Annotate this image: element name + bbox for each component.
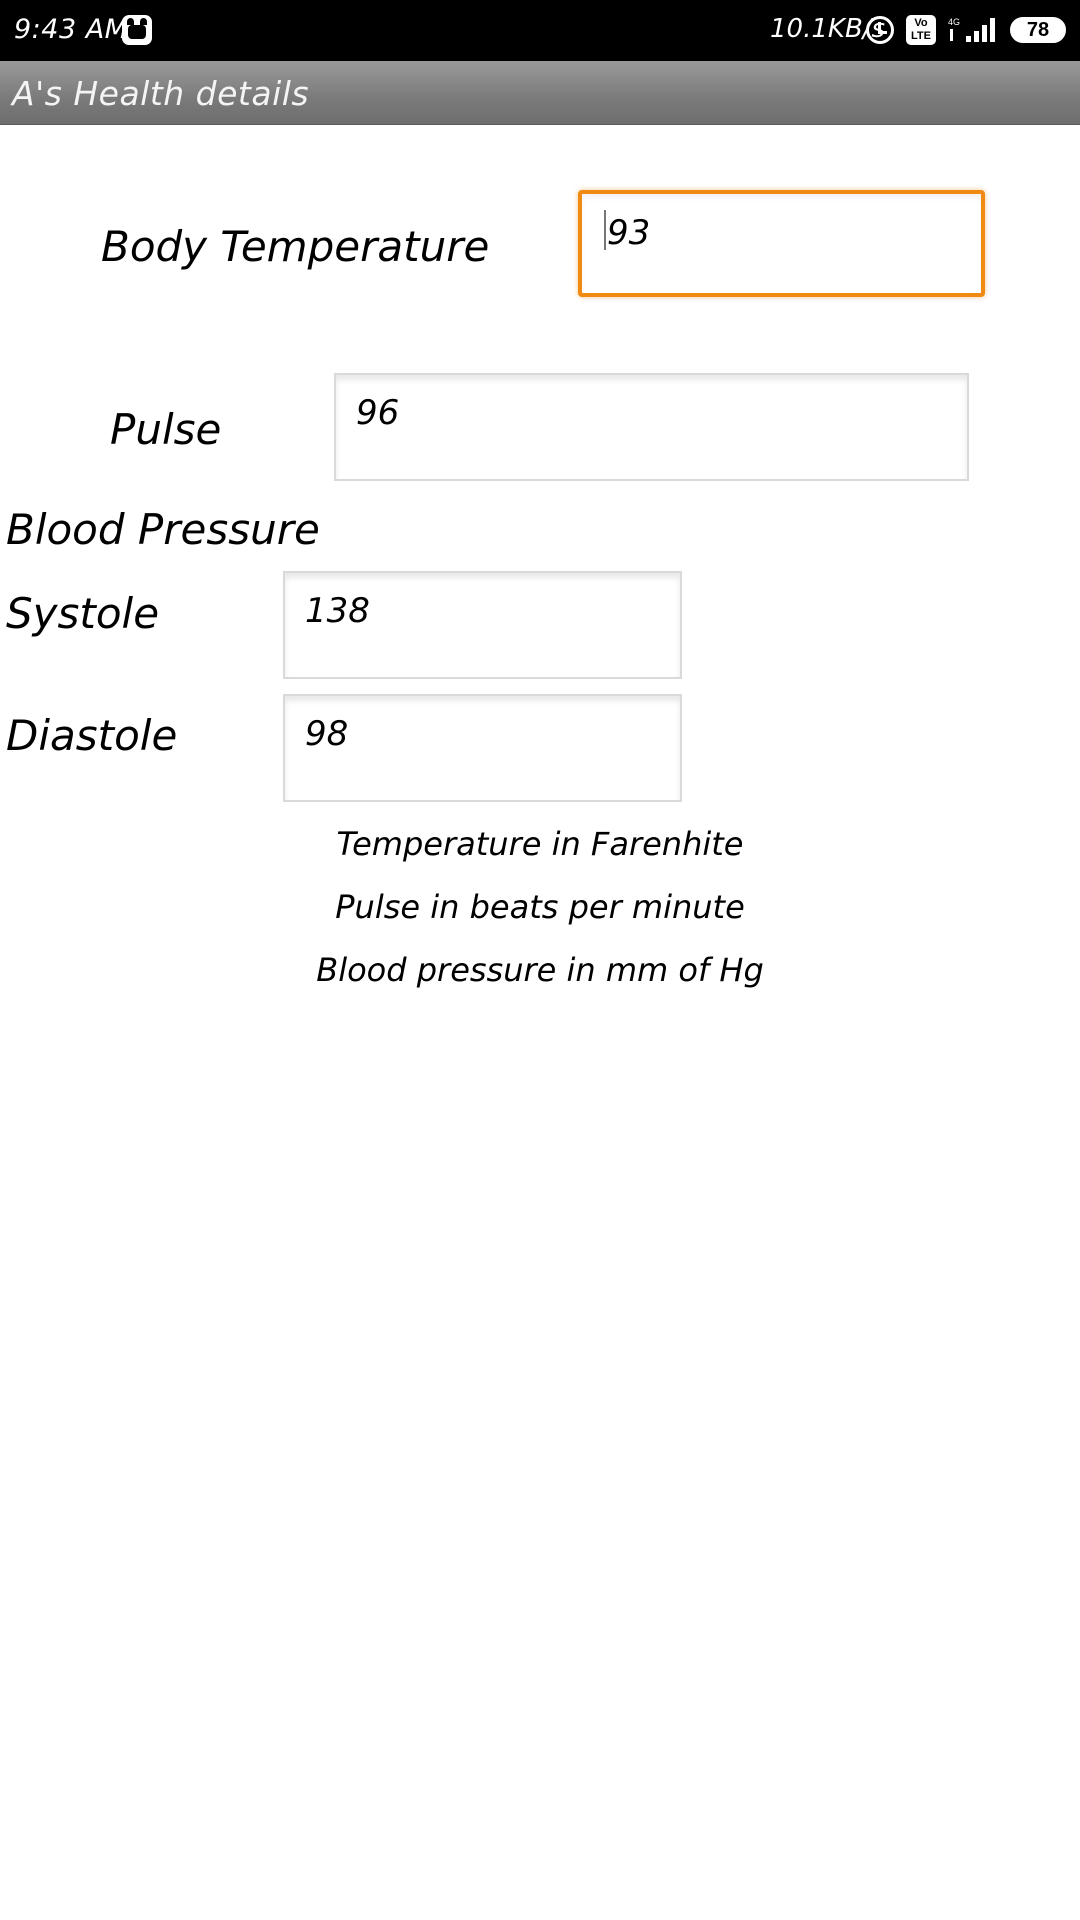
- signal-icon: 4G: [948, 17, 995, 42]
- pulse-unit-note: Pulse in beats per minute: [335, 888, 745, 926]
- battery-icon: 78: [1010, 17, 1066, 43]
- pulse-value: 96: [356, 393, 400, 433]
- temperature-unit-note: Temperature in Farenhite: [336, 825, 744, 863]
- action-bar: A's Health details: [0, 61, 1080, 125]
- volte-label: Vo: [914, 17, 928, 29]
- network-type-label: 4G: [948, 17, 960, 27]
- pulse-label: Pulse: [110, 405, 222, 454]
- page-title: A's Health details: [12, 74, 310, 113]
- diastole-value: 98: [305, 714, 349, 754]
- blood-pressure-unit-note: Blood pressure in mm of Hg: [316, 951, 764, 989]
- app-notification-icon: [122, 15, 152, 45]
- status-time: 9:43 AM: [14, 14, 129, 45]
- pulse-input[interactable]: 96: [334, 373, 969, 481]
- body-temperature-value: 93: [607, 213, 651, 253]
- blood-pressure-heading: Blood Pressure: [6, 505, 320, 554]
- diastole-input[interactable]: 98: [283, 694, 682, 802]
- volte-icon: Vo LTE: [906, 15, 936, 45]
- alarm-icon: [866, 16, 894, 44]
- text-cursor: [604, 210, 606, 250]
- lte-label: LTE: [911, 30, 931, 42]
- diastole-label: Diastole: [6, 711, 178, 760]
- body-temperature-input[interactable]: 93: [578, 190, 985, 297]
- status-bar: 9:43 AM 10.1KB/s Vo LTE 4G 78: [0, 0, 1080, 61]
- systole-value: 138: [305, 591, 370, 631]
- systole-input[interactable]: 138: [283, 571, 682, 679]
- body-temperature-label: Body Temperature: [101, 222, 490, 271]
- systole-label: Systole: [6, 589, 160, 638]
